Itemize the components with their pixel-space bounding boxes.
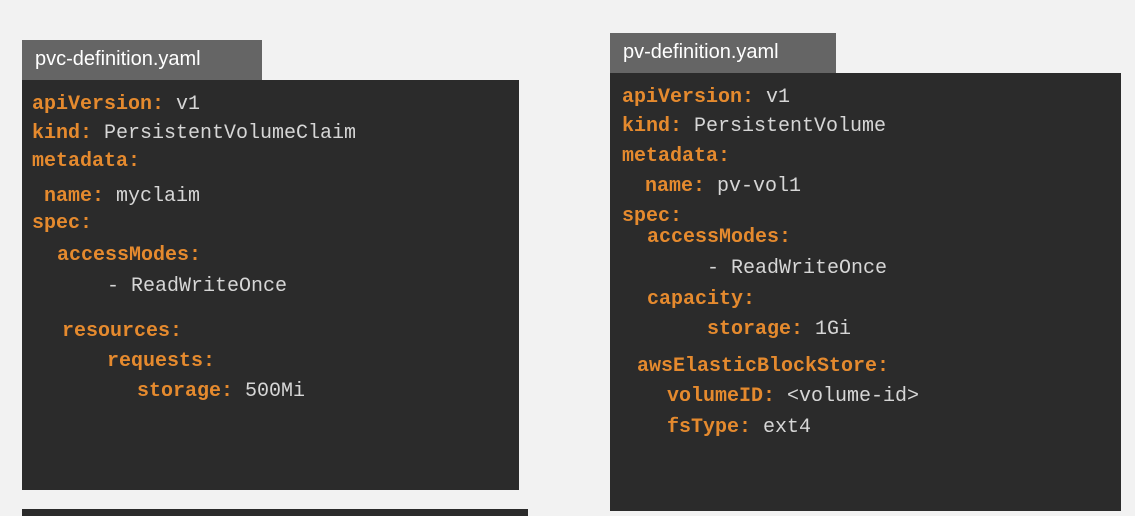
pvc-file-tab-label: pvc-definition.yaml	[35, 48, 201, 70]
pvc-code-panel: apiVersion: v1 kind: PersistentVolumeCla…	[22, 80, 519, 490]
code-line: kind: PersistentVolumeClaim	[32, 122, 357, 145]
code-line: accessModes:	[647, 226, 792, 249]
code-line: metadata:	[622, 145, 731, 168]
pv-file-tab[interactable]: pv-definition.yaml	[610, 33, 836, 73]
code-line: name: pv-vol1	[645, 175, 802, 198]
code-line: volumeID: <volume-id>	[667, 385, 920, 408]
code-line: requests:	[107, 350, 216, 373]
code-line: storage: 1Gi	[707, 318, 852, 341]
code-line: storage: 500Mi	[137, 380, 306, 403]
code-line: accessModes:	[57, 244, 202, 267]
code-line: resources:	[62, 320, 183, 343]
pvc-file-tab[interactable]: pvc-definition.yaml	[22, 40, 262, 80]
pv-file-tab-label: pv-definition.yaml	[623, 41, 779, 63]
code-line: capacity:	[647, 288, 756, 311]
code-line: name: myclaim	[44, 185, 201, 208]
next-panel-edge	[22, 509, 528, 516]
code-line: spec:	[32, 212, 93, 235]
code-line: metadata:	[32, 150, 141, 173]
pv-code-panel: apiVersion: v1 kind: PersistentVolume me…	[610, 73, 1121, 511]
code-line: - ReadWriteOnce	[707, 257, 888, 280]
code-line: awsElasticBlockStore:	[637, 355, 890, 378]
code-line: apiVersion: v1	[622, 86, 791, 109]
code-line: fsType: ext4	[667, 416, 812, 439]
code-line: apiVersion: v1	[32, 93, 201, 116]
code-line: kind: PersistentVolume	[622, 115, 887, 138]
code-line: - ReadWriteOnce	[107, 275, 288, 298]
